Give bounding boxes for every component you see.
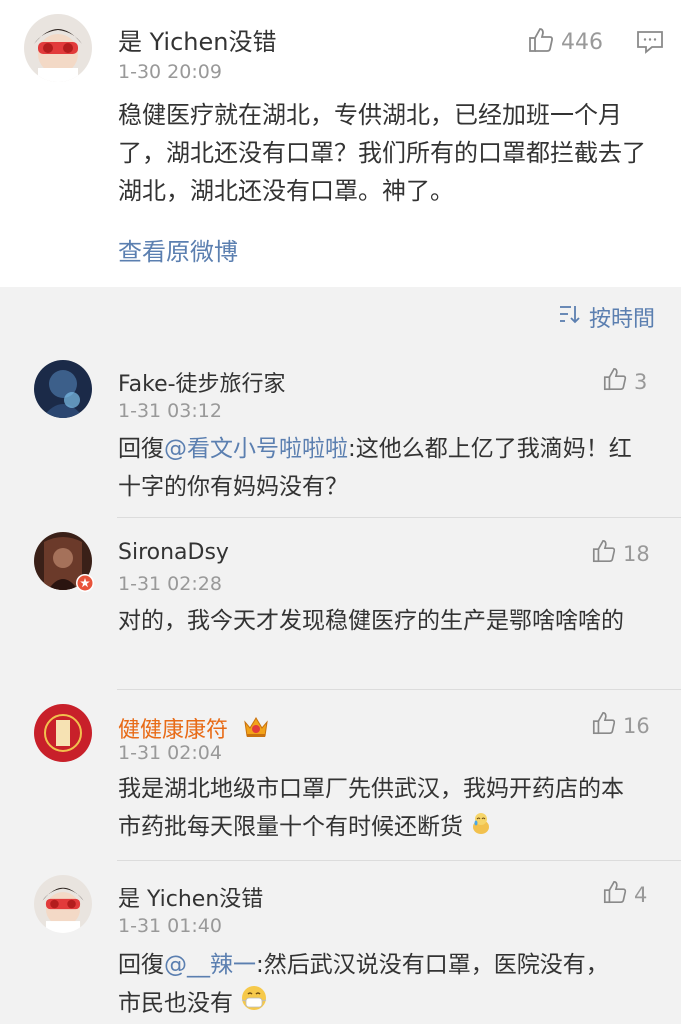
reply-username[interactable]: SironaDsy bbox=[118, 540, 229, 565]
reply-item: Fake-徒步旅行家 1-31 03:12 3 回復@看文小号啦啦啦:这他么都上… bbox=[0, 346, 681, 516]
verified-badge-icon bbox=[76, 574, 94, 592]
sort-icon bbox=[559, 304, 589, 330]
reply-item: 健健康康符 1-31 02:04 16 我是湖北地级市口罩厂先供武汉，我妈开药店… bbox=[0, 690, 681, 860]
reply-username-text: 健健康康符 bbox=[118, 718, 229, 743]
user-avatar[interactable] bbox=[34, 875, 92, 933]
reply-item: SironaDsy 1-31 02:28 18 对的，我今天才发现稳健医疗的生产… bbox=[0, 518, 681, 688]
reply-text: 我是湖北地级市口罩厂先供武汉，我妈开药店的本市药批每天限量十个有时候还断货 bbox=[118, 770, 643, 847]
reply-prefix: 回復 bbox=[118, 436, 164, 462]
reply-text: 对的，我今天才发现稳健医疗的生产是鄂啥啥啥的 bbox=[118, 608, 624, 634]
reply-username[interactable]: 是 Yichen没错 bbox=[118, 881, 263, 913]
like-button[interactable]: 4 bbox=[602, 879, 647, 910]
main-comment: 是 Yichen没错 1-30 20:09 446 稳健医疗就在湖北，专供湖北，… bbox=[0, 0, 681, 287]
reply-time: 1-31 02:04 bbox=[118, 742, 222, 764]
user-avatar[interactable] bbox=[34, 704, 92, 762]
reply-username[interactable]: Fake-徒步旅行家 bbox=[118, 366, 286, 398]
mention-link[interactable]: @看文小号啦啦啦 bbox=[164, 436, 348, 462]
reply-time: 1-31 01:40 bbox=[118, 915, 222, 937]
comment-text: 稳健医疗就在湖北，专供湖北，已经加班一个月了，湖北还没有口罩？我们所有的口罩都拦… bbox=[118, 101, 646, 205]
thumbs-up-icon bbox=[602, 879, 634, 910]
comment-username[interactable]: 是 Yichen没错 bbox=[118, 22, 276, 57]
crying-emoji-icon bbox=[470, 809, 492, 847]
comment-time: 1-30 20:09 bbox=[118, 61, 222, 83]
reply-time: 1-31 02:28 bbox=[118, 573, 222, 595]
like-count: 4 bbox=[634, 882, 648, 907]
thumbs-up-icon bbox=[591, 538, 623, 569]
reply-prefix: 回復 bbox=[118, 952, 164, 978]
reply-body: 我是湖北地级市口罩厂先供武汉，我妈开药店的本市药批每天限量十个有时候还断货 bbox=[118, 776, 624, 840]
like-count: 16 bbox=[623, 713, 650, 738]
user-avatar[interactable] bbox=[34, 360, 92, 418]
like-button[interactable]: 3 bbox=[602, 366, 647, 397]
like-button[interactable]: 16 bbox=[591, 710, 650, 741]
thumbs-up-icon bbox=[602, 366, 634, 397]
user-avatar[interactable] bbox=[24, 14, 92, 82]
like-count: 3 bbox=[634, 369, 648, 394]
like-count: 446 bbox=[561, 30, 603, 55]
vip-crown-icon bbox=[242, 714, 270, 744]
reply-item: 是 Yichen没错 1-31 01:40 4 回復@__辣一:然后武汉说没有口… bbox=[0, 861, 681, 1024]
reply-text: 回復@__辣一:然后武汉说没有口罩，医院没有，市民也没有 bbox=[118, 946, 628, 1024]
thumbs-up-icon bbox=[591, 710, 623, 741]
sort-label: 按時間 bbox=[588, 307, 655, 332]
view-original-post-link[interactable]: 查看原微博 bbox=[118, 232, 238, 267]
like-button[interactable]: 18 bbox=[591, 538, 650, 569]
thumbs-up-icon bbox=[527, 26, 561, 59]
like-count: 18 bbox=[623, 541, 650, 566]
sort-by-time-button[interactable]: 按時間 bbox=[559, 301, 655, 333]
reply-time: 1-31 03:12 bbox=[118, 400, 222, 422]
comment-icon[interactable] bbox=[636, 29, 664, 59]
mask-face-emoji-icon bbox=[240, 984, 268, 1024]
reply-text: 回復@看文小号啦啦啦:这他么都上亿了我滴妈！红十字的你有妈妈没有？ bbox=[118, 430, 638, 506]
mention-link[interactable]: @__辣一 bbox=[164, 952, 256, 978]
like-button[interactable]: 446 bbox=[527, 26, 603, 59]
reply-username[interactable]: 健健康康符 bbox=[118, 712, 228, 744]
